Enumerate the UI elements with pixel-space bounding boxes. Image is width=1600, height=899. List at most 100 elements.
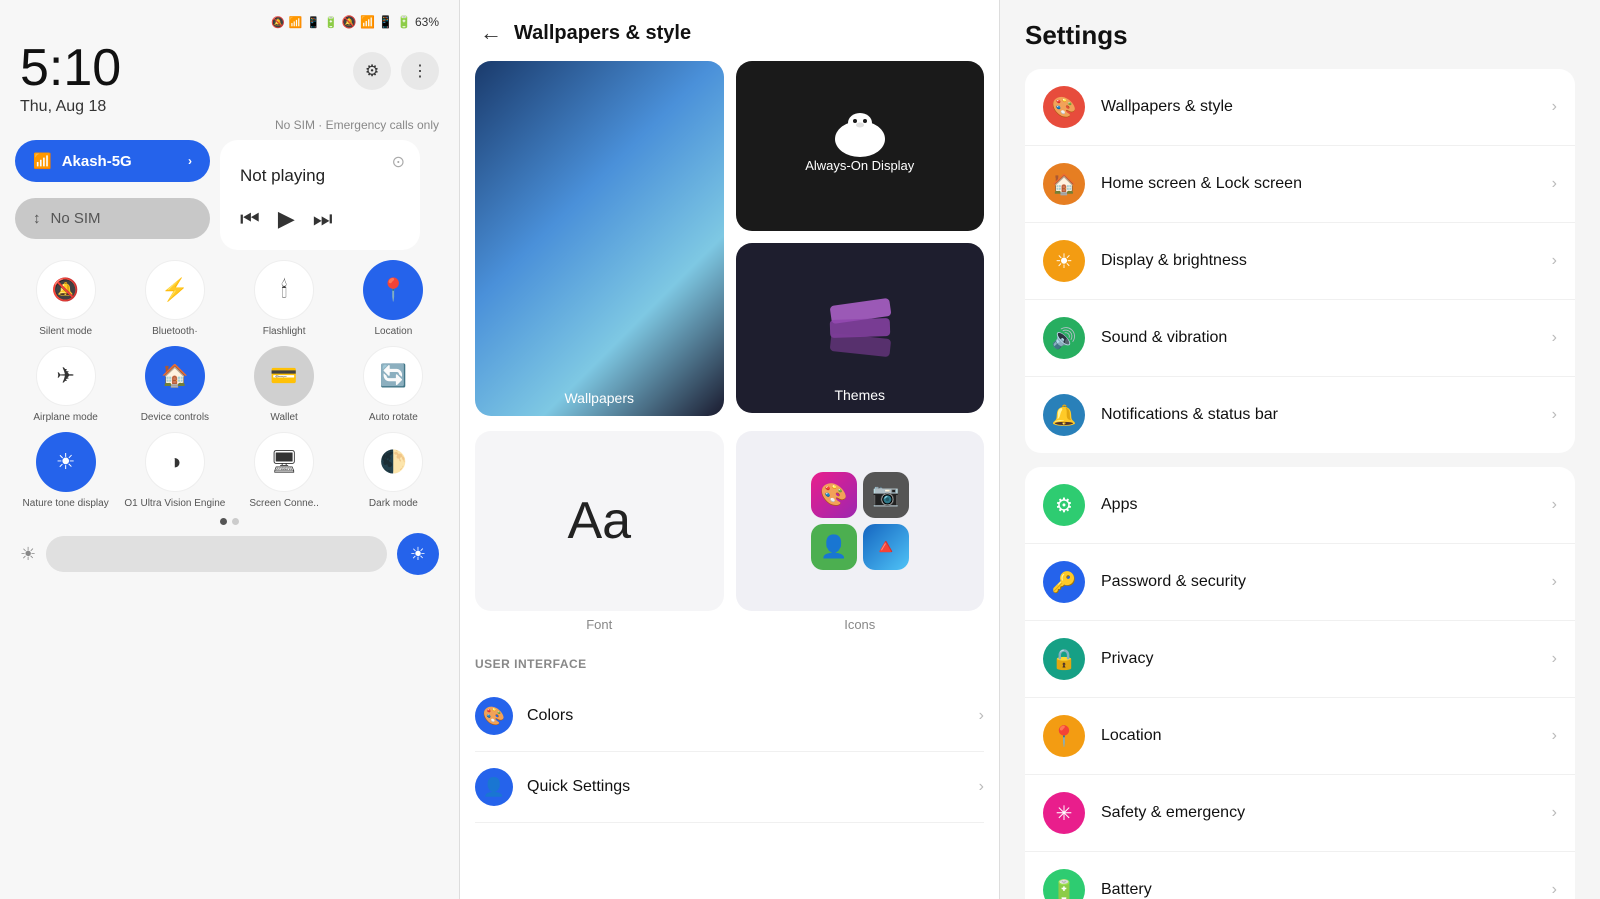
aod-card[interactable]: Always-On Display <box>736 61 985 231</box>
rotate-label: Auto rotate <box>369 411 418 424</box>
settings-display[interactable]: ☀ Display & brightness › <box>1025 223 1575 300</box>
safety-arrow: › <box>1552 804 1557 822</box>
silent-label: Silent mode <box>39 325 92 338</box>
battery-setting-icon: 🔋 <box>1043 869 1085 899</box>
font-card[interactable]: Aa <box>475 431 724 611</box>
vision-icon[interactable]: ◑ <box>145 432 205 492</box>
not-playing-text: Not playing <box>240 166 400 186</box>
settings-homescreen[interactable]: 🏠 Home screen & Lock screen › <box>1025 146 1575 223</box>
settings-location[interactable]: 📍 Location › <box>1025 698 1575 775</box>
themes-card[interactable]: Themes <box>736 243 985 413</box>
quick-silent[interactable]: 🔕 Silent mode <box>15 260 116 338</box>
back-button[interactable]: ← <box>480 20 502 46</box>
wallpapers-label: Wallpapers <box>475 390 724 406</box>
status-icons: 🔕 📶 📱 🔋 🔕 📶 📱 🔋 63% <box>271 15 439 29</box>
notifications-arrow: › <box>1552 406 1557 424</box>
dark-icon[interactable]: 🌓 <box>363 432 423 492</box>
sim-status: No SIM · Emergency calls only <box>15 118 444 132</box>
brightness-control[interactable]: ☀ ☀ <box>15 533 444 575</box>
settings-sound[interactable]: 🔊 Sound & vibration › <box>1025 300 1575 377</box>
nosim-label: No SIM <box>51 210 101 227</box>
dot-2 <box>232 518 239 525</box>
app-icon-1: 🎨 <box>811 472 857 518</box>
display-label: Display & brightness <box>1101 252 1536 270</box>
app-icon-4: 🔺 <box>863 524 909 570</box>
settings-notifications[interactable]: 🔔 Notifications & status bar › <box>1025 377 1575 453</box>
password-label: Password & security <box>1101 573 1536 591</box>
privacy-icon: 🔒 <box>1043 638 1085 680</box>
notifications-icon: 🔔 <box>1043 394 1085 436</box>
wifi-icon: 📶 <box>33 152 52 170</box>
next-icon[interactable]: ⏭ <box>313 206 333 232</box>
more-icon[interactable]: ⋮ <box>401 52 439 90</box>
device-icon[interactable]: 🏠 <box>145 346 205 406</box>
settings-battery[interactable]: 🔋 Battery › <box>1025 852 1575 899</box>
bluetooth-icon[interactable]: ⚡ <box>145 260 205 320</box>
flashlight-label: Flashlight <box>263 325 306 338</box>
music-controls[interactable]: ⏮ ▶ ⏭ <box>240 206 400 232</box>
quicksettings-item[interactable]: 👤 Quick Settings › <box>475 752 984 823</box>
quick-location[interactable]: 📍 Location <box>343 260 444 338</box>
battery-arrow: › <box>1552 881 1557 899</box>
settings-title: Settings <box>1025 20 1575 51</box>
quick-flashlight[interactable]: 🕯 Flashlight <box>234 260 335 338</box>
wallpapers-arrow: › <box>1552 98 1557 116</box>
font-label: Font <box>475 617 724 632</box>
brightness-slider[interactable] <box>46 536 387 572</box>
quick-dark[interactable]: 🌓 Dark mode <box>343 432 444 510</box>
quicksettings-arrow: › <box>979 778 984 796</box>
settings-apps[interactable]: ⚙ Apps › <box>1025 467 1575 544</box>
password-arrow: › <box>1552 573 1557 591</box>
settings-safety[interactable]: ✳ Safety & emergency › <box>1025 775 1575 852</box>
font-aa-text: Aa <box>567 491 631 551</box>
wallet-label: Wallet <box>270 411 297 424</box>
clock-time: 5:10 <box>20 42 121 94</box>
status-bar: 🔕 📶 📱 🔋 🔕 📶 📱 🔋 63% <box>15 10 444 37</box>
silent-icon[interactable]: 🔕 <box>36 260 96 320</box>
quick-bluetooth[interactable]: ⚡ Bluetooth· <box>124 260 225 338</box>
page-dots <box>15 518 444 525</box>
nature-icon[interactable]: ☀ <box>36 432 96 492</box>
settings-privacy[interactable]: 🔒 Privacy › <box>1025 621 1575 698</box>
icons-card[interactable]: 🎨 📷 👤 🔺 <box>736 431 985 611</box>
nosim-button[interactable]: ↕ No SIM <box>15 198 210 239</box>
wifi-button[interactable]: 📶 Akash-5G › <box>15 140 210 182</box>
quick-device[interactable]: 🏠 Device controls <box>124 346 225 424</box>
icons-label: Icons <box>736 617 985 632</box>
rotate-icon[interactable]: 🔄 <box>363 346 423 406</box>
location-icon[interactable]: 📍 <box>363 260 423 320</box>
quick-rotate[interactable]: 🔄 Auto rotate <box>343 346 444 424</box>
music-card: ⊙ Not playing ⏮ ▶ ⏭ <box>220 140 420 250</box>
screen-icon[interactable]: 🖥 <box>254 432 314 492</box>
colors-item[interactable]: 🎨 Colors › <box>475 681 984 752</box>
wifi-arrow: › <box>188 154 192 168</box>
wallet-icon[interactable]: 💳 <box>254 346 314 406</box>
settings-wallpapers[interactable]: 🎨 Wallpapers & style › <box>1025 69 1575 146</box>
colors-arrow: › <box>979 707 984 725</box>
settings-password[interactable]: 🔑 Password & security › <box>1025 544 1575 621</box>
quicksettings-icon: 👤 <box>475 768 513 806</box>
dnd-icon: 🔕 <box>271 16 285 29</box>
battery-label: Battery <box>1101 881 1536 899</box>
quick-wallet[interactable]: 💳 Wallet <box>234 346 335 424</box>
quick-screen[interactable]: 🖥 Screen Conne.. <box>234 432 335 510</box>
airplane-icon[interactable]: ✈ <box>36 346 96 406</box>
theme-icon <box>830 298 890 358</box>
location-setting-icon: 📍 <box>1043 715 1085 757</box>
settings-icon[interactable]: ⚙ <box>353 52 391 90</box>
quick-nature[interactable]: ☀ Nature tone display <box>15 432 116 510</box>
wallpapers-card[interactable]: Wallpapers <box>475 61 724 416</box>
location-label: Location <box>374 325 412 338</box>
bluetooth-label: Bluetooth· <box>152 325 198 338</box>
quick-vision[interactable]: ◑ O1 Ultra Vision Engine <box>124 432 225 510</box>
colors-label: Colors <box>527 707 965 725</box>
phone-panel: 🔕 📶 📱 🔋 🔕 📶 📱 🔋 63% 5:10 Thu, Aug 18 ⚙ ⋮… <box>0 0 460 899</box>
quick-airplane[interactable]: ✈ Airplane mode <box>15 346 116 424</box>
brightness-high-button[interactable]: ☀ <box>397 533 439 575</box>
user-interface-section: USER INTERFACE 🎨 Colors › 👤 Quick Settin… <box>460 642 999 833</box>
safety-icon: ✳ <box>1043 792 1085 834</box>
play-icon[interactable]: ▶ <box>278 206 295 232</box>
settings-group-2: ⚙ Apps › 🔑 Password & security › 🔒 Priva… <box>1025 467 1575 899</box>
flashlight-icon[interactable]: 🕯 <box>254 260 314 320</box>
prev-icon[interactable]: ⏮ <box>240 206 260 232</box>
